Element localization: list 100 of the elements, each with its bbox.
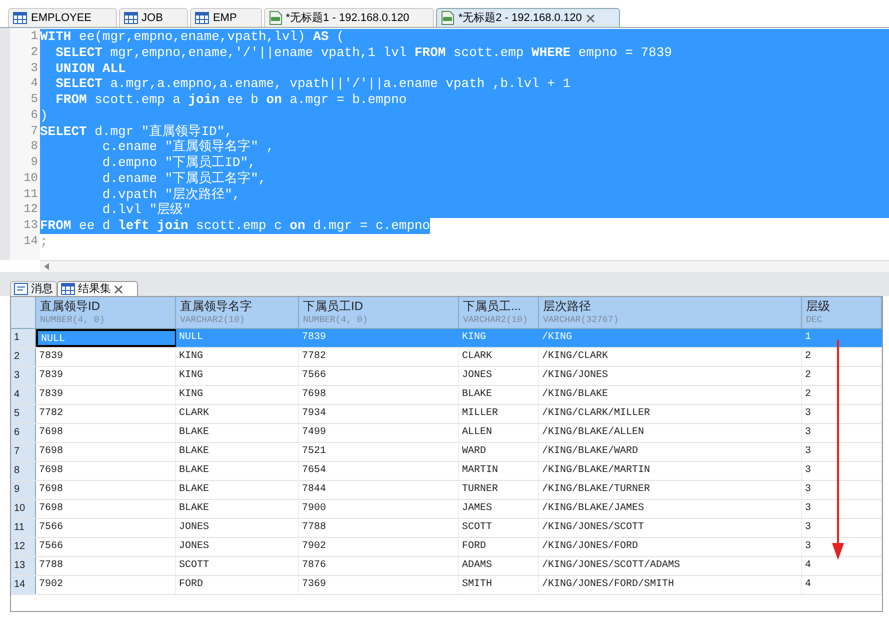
column-type: VARCHAR(32767): [543, 314, 620, 326]
table-cell: 7369: [299, 576, 459, 594]
table-cell: JAMES: [459, 500, 539, 518]
line-number: 8: [30, 139, 39, 155]
table-row[interactable]: 3 7839 KING 7566 JONES /KING/JONES 2: [11, 367, 882, 386]
editor-tab[interactable]: EMP: [190, 8, 262, 27]
table-cell: 7698: [299, 386, 459, 404]
table-cell: 7839: [36, 367, 176, 385]
line-number: 3: [30, 60, 39, 76]
table-cell: /KING/CLARK: [539, 348, 802, 366]
table-cell: NULL: [36, 329, 176, 347]
table-cell: 7499: [299, 424, 459, 442]
scroll-left-icon[interactable]: [44, 263, 49, 270]
row-number: 3: [11, 367, 36, 385]
table-icon: [124, 12, 138, 24]
table-cell: /KING/BLAKE/MARTIN: [539, 462, 802, 480]
table-cell: BLAKE: [176, 500, 299, 518]
table-cell: /KING/CLARK/MILLER: [539, 405, 802, 423]
table-icon: [194, 12, 209, 24]
line-number: 7: [30, 124, 39, 140]
table-cell: 7839: [36, 386, 176, 404]
table-row[interactable]: 2 7839 KING 7782 CLARK /KING/CLARK 2: [11, 348, 882, 367]
column-header[interactable]: 下属员工ID NUMBER(4, 0): [299, 297, 459, 328]
table-cell: 7782: [299, 348, 459, 366]
table-cell: MARTIN: [459, 462, 539, 480]
table-cell: /KING/JONES/FORD: [539, 538, 802, 556]
table-cell: /KING/BLAKE/ALLEN: [539, 424, 802, 442]
result-tab[interactable]: 消息: [10, 281, 57, 296]
editor-tab[interactable]: *无标题1 - 192.168.0.120: [264, 8, 434, 27]
table-cell: 7844: [299, 481, 459, 499]
table-row[interactable]: 14 7902 FORD 7369 SMITH /KING/JONES/FORD/SMITH 4: [11, 576, 882, 595]
editor-tab[interactable]: JOB: [118, 8, 188, 27]
column-type: NUMBER(4, 0): [303, 314, 369, 326]
editor-tab[interactable]: *无标题2 - 192.168.0.120: [436, 8, 620, 27]
table-cell: 7839: [299, 329, 459, 347]
table-cell: /KING/BLAKE/TURNER: [539, 481, 802, 499]
table-cell: /KING/JONES/FORD/SMITH: [539, 576, 802, 594]
table-cell: MILLER: [459, 405, 539, 423]
table-cell: 3: [802, 500, 882, 518]
table-cell: 7566: [36, 519, 176, 537]
table-cell: /KING/JONES/SCOTT/ADAMS: [539, 557, 802, 575]
table-cell: 7839: [36, 348, 176, 366]
table-cell: 3: [802, 519, 882, 537]
table-cell: BLAKE: [176, 481, 299, 499]
table-row[interactable]: 10 7698 BLAKE 7900 JAMES /KING/BLAKE/JAMES 3: [11, 500, 882, 519]
line-number: 10: [22, 170, 39, 186]
close-icon[interactable]: [114, 284, 123, 294]
table-cell: 2: [802, 386, 882, 404]
column-header[interactable]: 直属领导名字 VARCHAR2(10): [176, 297, 299, 328]
editor-tab[interactable]: EMPLOYEE: [8, 8, 117, 27]
row-number: 13: [11, 557, 36, 575]
table-row[interactable]: 12 7566 JONES 7902 FORD /KING/JONES/FORD 3: [11, 538, 882, 557]
table-cell: 7698: [36, 424, 176, 442]
table-cell: JONES: [176, 519, 299, 537]
column-header[interactable]: 直属领导ID NUMBER(4, 0): [36, 297, 176, 328]
line-number: 2: [30, 44, 39, 60]
table-cell: FORD: [459, 538, 539, 556]
column-type: NUMBER(4, 0): [40, 314, 106, 326]
table-cell: 3: [802, 405, 882, 423]
table-row[interactable]: 9 7698 BLAKE 7844 TURNER /KING/BLAKE/TURNER 3: [11, 481, 882, 500]
table-row[interactable]: 5 7782 CLARK 7934 MILLER /KING/CLARK/MILLER 3: [11, 405, 882, 424]
column-header[interactable]: 下属员工... VARCHAR2(10): [459, 297, 539, 328]
line-number: 9: [30, 155, 39, 171]
close-icon[interactable]: [586, 14, 595, 22]
code-line: ;: [40, 234, 48, 250]
column-name: 下属员工ID: [303, 299, 364, 314]
table-cell: BLAKE: [176, 424, 299, 442]
table-cell: KING: [459, 329, 539, 347]
table-cell: JONES: [176, 538, 299, 556]
column-header[interactable]: 层次路径 VARCHAR(32767): [539, 297, 802, 328]
column-header[interactable]: 层级 DEC: [802, 297, 882, 328]
table-row[interactable]: 8 7698 BLAKE 7654 MARTIN /KING/BLAKE/MARTIN 3: [11, 462, 882, 481]
table-row[interactable]: 4 7839 KING 7698 BLAKE /KING/BLAKE 2: [11, 386, 882, 405]
table-cell: /KING/JONES/SCOTT: [539, 519, 802, 537]
result-tab[interactable]: 结果集: [57, 281, 138, 296]
table-row[interactable]: 1 NULL NULL 7839 KING /KING 1: [11, 329, 882, 348]
table-cell: /KING/BLAKE/WARD: [539, 443, 802, 461]
table-cell: 7934: [299, 405, 459, 423]
table-cell: 1: [802, 329, 882, 347]
row-number: 7: [11, 443, 36, 461]
line-number: 5: [30, 92, 39, 108]
table-row[interactable]: 6 7698 BLAKE 7499 ALLEN /KING/BLAKE/ALLEN 3: [11, 424, 882, 443]
table-cell: CLARK: [459, 348, 539, 366]
row-number: 8: [11, 462, 36, 480]
table-cell: 7521: [299, 443, 459, 461]
table-row[interactable]: 11 7566 JONES 7788 SCOTT /KING/JONES/SCOTT 3: [11, 519, 882, 538]
table-row[interactable]: 13 7788 SCOTT 7876 ADAMS /KING/JONES/SCOTT/ADAMS 4: [11, 557, 882, 576]
table-cell: 7788: [299, 519, 459, 537]
row-number: 5: [11, 405, 36, 423]
table-cell: WARD: [459, 443, 539, 461]
line-number: 4: [30, 76, 39, 92]
row-number: 12: [11, 538, 36, 556]
table-cell: ALLEN: [459, 424, 539, 442]
table-cell: 3: [802, 481, 882, 499]
table-cell: JONES: [459, 367, 539, 385]
table-row[interactable]: 7 7698 BLAKE 7521 WARD /KING/BLAKE/WARD 3: [11, 443, 882, 462]
sql-file-icon: [268, 11, 282, 25]
table-cell: TURNER: [459, 481, 539, 499]
table-cell: CLARK: [176, 405, 299, 423]
table-cell: 7698: [36, 481, 176, 499]
